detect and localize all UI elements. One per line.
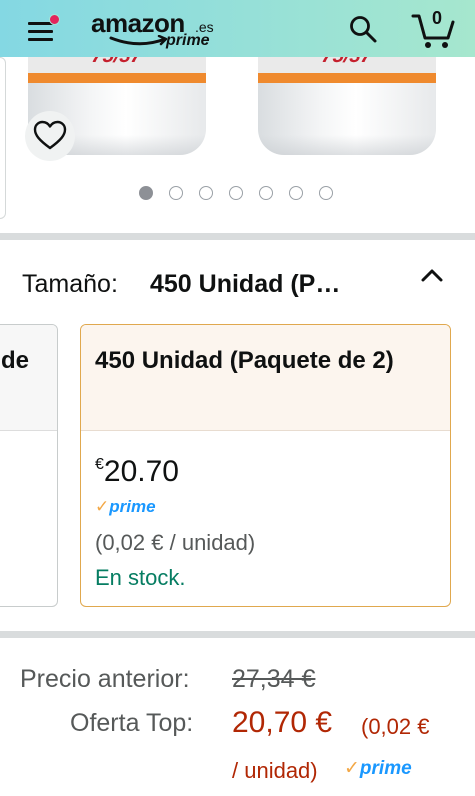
prime-check-icon: ✓ xyxy=(344,758,360,779)
hamburger-menu-icon-bar xyxy=(28,38,53,41)
search-icon xyxy=(350,16,377,43)
currency-symbol: € xyxy=(95,456,104,473)
previous-price: 27,34 € xyxy=(232,665,316,693)
size-selector-header[interactable]: Tamaño: 450 Unidad (P… xyxy=(0,262,475,306)
search-button[interactable] xyxy=(348,14,378,44)
cart-button[interactable]: 0 xyxy=(410,8,456,50)
prime-badge: ✓prime xyxy=(95,497,156,518)
carousel-dot-5[interactable] xyxy=(259,186,273,200)
carousel-pagination xyxy=(136,186,336,200)
top-nav-bar: amazon .es prime 0 xyxy=(0,0,475,57)
size-label: Tamaño: xyxy=(22,270,118,298)
heart-icon xyxy=(33,120,67,150)
product-bottle-shade xyxy=(258,135,436,155)
favorite-button[interactable] xyxy=(25,111,75,161)
previous-price-label: Precio anterior: xyxy=(20,665,190,693)
menu-button[interactable] xyxy=(26,14,62,46)
prime-badge: ✓prime xyxy=(344,759,412,780)
size-option-header: 450 Unidad (Paquete de 2) xyxy=(81,325,450,431)
unit-price: (0,02 € / unidad) xyxy=(95,530,256,555)
amazon-prime-logo[interactable]: amazon .es prime xyxy=(91,8,223,52)
carousel-side-panel xyxy=(0,57,6,219)
amazon-smile-icon xyxy=(109,35,168,46)
collapse-button[interactable] xyxy=(418,262,446,290)
prime-word: prime xyxy=(359,758,412,779)
prime-word: prime xyxy=(109,497,156,516)
product-image-carousel[interactable]: 75/37 75/37 xyxy=(0,57,475,227)
stock-status: En stock. xyxy=(95,565,186,590)
size-option-name: de xyxy=(0,347,29,374)
deal-unit-price-cont: / unidad) xyxy=(232,758,318,783)
product-label-band xyxy=(28,73,206,83)
deal-label: Oferta Top: xyxy=(70,709,194,737)
notification-dot xyxy=(49,14,60,25)
product-label-band xyxy=(258,73,436,83)
deal-unit-price: (0,02 € xyxy=(361,714,430,739)
size-option-price: €20.70 xyxy=(95,447,179,495)
carousel-dot-2[interactable] xyxy=(169,186,183,200)
cart-count: 0 xyxy=(431,8,442,28)
hamburger-menu-icon-bar xyxy=(28,30,53,33)
deal-price: 20,70 € xyxy=(232,706,333,739)
carousel-dot-7[interactable] xyxy=(319,186,333,200)
product-label-text: 75/37 xyxy=(258,57,436,67)
chevron-up-icon xyxy=(421,269,443,282)
section-divider xyxy=(0,631,475,638)
section-divider xyxy=(0,233,475,240)
carousel-dot-3[interactable] xyxy=(199,186,213,200)
carousel-dot-4[interactable] xyxy=(229,186,243,200)
product-image-next[interactable]: 75/37 xyxy=(258,57,436,155)
size-selected-value: 450 Unidad (P… xyxy=(150,270,341,298)
prime-check-icon: ✓ xyxy=(95,497,110,516)
size-option-previous[interactable]: de xyxy=(0,324,58,607)
product-label-text: 75/37 xyxy=(28,57,206,67)
size-option-name: 450 Unidad (Paquete de 2) xyxy=(95,347,394,374)
size-option-selected[interactable]: 450 Unidad (Paquete de 2) €20.70 ✓prime … xyxy=(80,324,451,607)
logo-program: prime xyxy=(166,32,210,49)
price-amount: 20.70 xyxy=(103,455,179,488)
carousel-dot-1[interactable] xyxy=(139,186,153,200)
carousel-dot-6[interactable] xyxy=(289,186,303,200)
